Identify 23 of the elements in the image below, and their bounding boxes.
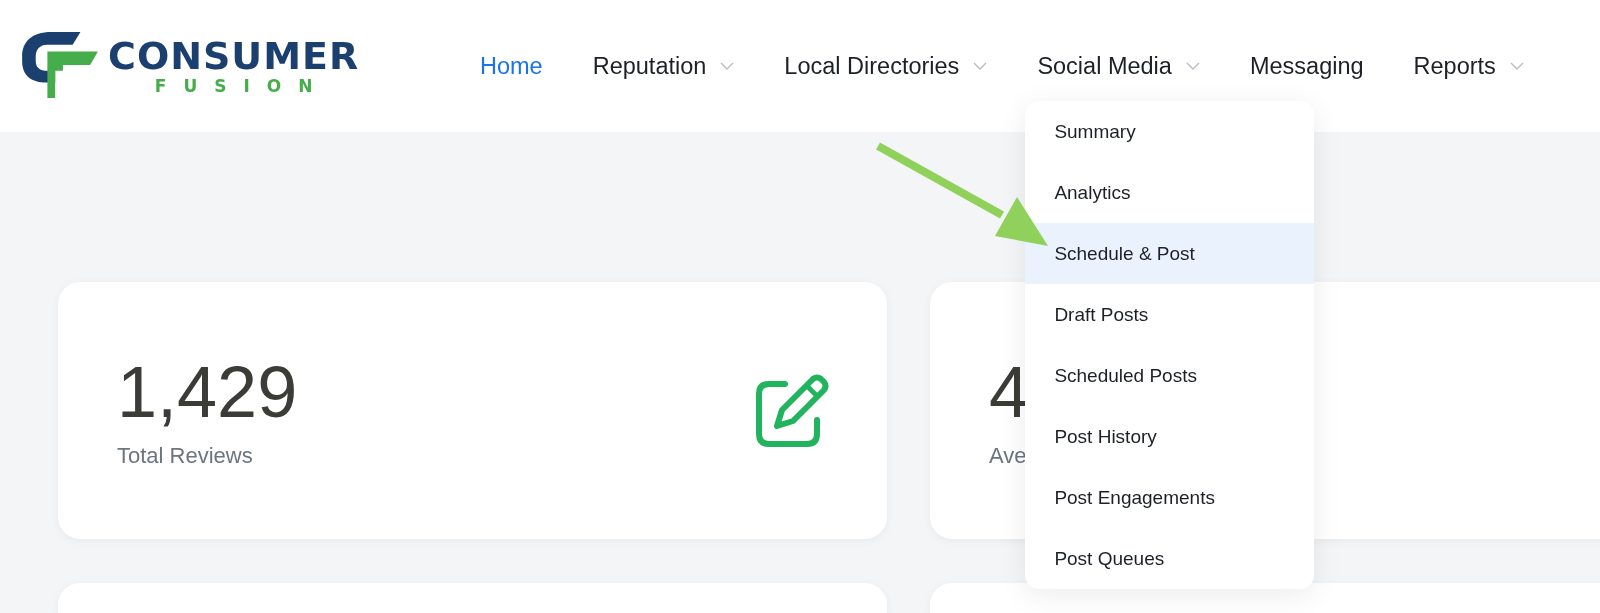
nav-link[interactable]: Reputation: [592, 52, 735, 80]
edit-icon: [755, 373, 829, 448]
nav-link[interactable]: Messaging: [1249, 52, 1364, 80]
menu-item[interactable]: Post Queues: [1025, 527, 1315, 589]
menu-item[interactable]: Draft Posts: [1025, 283, 1315, 345]
caret-icon: [973, 62, 988, 70]
stat-label: Ave: [989, 442, 1027, 469]
logo-mark-icon: [22, 32, 100, 100]
logo-wordmark: CONSUMER: [108, 36, 360, 76]
menu-item[interactable]: Post Engagements: [1025, 466, 1315, 528]
menu-item[interactable]: Schedule & Post: [1025, 222, 1315, 284]
nav-link[interactable]: Local Directories: [784, 52, 988, 80]
menu-item[interactable]: Summary: [1025, 100, 1315, 162]
nav-link[interactable]: Social Media: [1037, 52, 1200, 80]
caret-icon: [1185, 62, 1200, 70]
caret-icon: [720, 62, 735, 70]
nav-link[interactable]: Home: [480, 52, 543, 80]
nav-link[interactable]: Reports: [1413, 52, 1524, 80]
menu-item[interactable]: Analytics: [1025, 161, 1315, 223]
caret-icon: [1509, 62, 1524, 70]
stat-value: 1,429: [117, 352, 298, 431]
logo-tagline: FUSION: [154, 76, 330, 96]
stat-label: Total Reviews: [117, 442, 253, 469]
